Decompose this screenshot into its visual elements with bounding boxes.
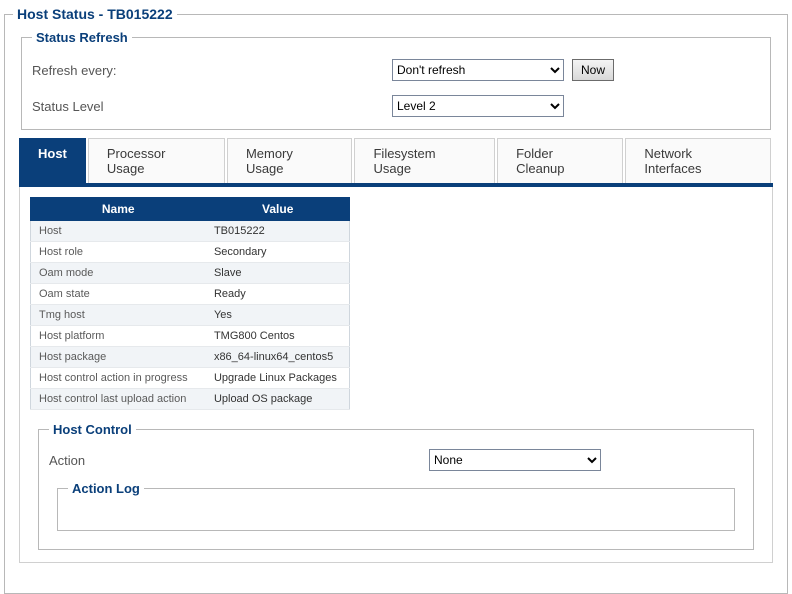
tab-content-host: Name Value HostTB015222 Host roleSeconda… <box>19 187 773 563</box>
refresh-now-button[interactable]: Now <box>572 59 614 81</box>
tab-filesystem-usage[interactable]: Filesystem Usage <box>354 138 495 183</box>
status-refresh-group: Status Refresh Refresh every: Don't refr… <box>21 30 771 130</box>
refresh-row: Refresh every: Don't refresh Now <box>32 59 760 81</box>
action-log-legend: Action Log <box>68 481 144 496</box>
host-control-legend: Host Control <box>49 422 136 437</box>
cell-name: Oam mode <box>31 263 206 284</box>
table-row: Host platformTMG800 Centos <box>31 326 350 347</box>
refresh-label: Refresh every: <box>32 63 392 78</box>
cell-name: Host package <box>31 347 206 368</box>
cell-value: TMG800 Centos <box>206 326 350 347</box>
action-label: Action <box>49 453 429 468</box>
table-row: Host control last upload actionUpload OS… <box>31 389 350 410</box>
table-row: Tmg hostYes <box>31 305 350 326</box>
tab-processor-usage[interactable]: Processor Usage <box>88 138 225 183</box>
cell-name: Host <box>31 221 206 242</box>
cell-name: Oam state <box>31 284 206 305</box>
table-row: Oam stateReady <box>31 284 350 305</box>
cell-value: Secondary <box>206 242 350 263</box>
host-control-action-select[interactable]: None <box>429 449 601 471</box>
tab-bar: Host Processor Usage Memory Usage Filesy… <box>19 138 773 187</box>
cell-value: Ready <box>206 284 350 305</box>
refresh-interval-select[interactable]: Don't refresh <box>392 59 564 81</box>
cell-name: Tmg host <box>31 305 206 326</box>
host-status-panel: Host Status - TB015222 Status Refresh Re… <box>4 6 788 594</box>
cell-value: Upload OS package <box>206 389 350 410</box>
cell-name: Host control action in progress <box>31 368 206 389</box>
tab-network-interfaces[interactable]: Network Interfaces <box>625 138 771 183</box>
host-properties-table: Name Value HostTB015222 Host roleSeconda… <box>30 197 350 410</box>
table-header-row: Name Value <box>31 198 350 221</box>
status-level-row: Status Level Level 2 <box>32 95 760 117</box>
panel-title: Host Status - TB015222 <box>13 6 177 22</box>
status-refresh-legend: Status Refresh <box>32 30 132 45</box>
action-row: Action None <box>49 449 743 471</box>
status-level-label: Status Level <box>32 99 392 114</box>
tab-folder-cleanup[interactable]: Folder Cleanup <box>497 138 623 183</box>
table-row: HostTB015222 <box>31 221 350 242</box>
status-level-select[interactable]: Level 2 <box>392 95 564 117</box>
table-row: Host packagex86_64-linux64_centos5 <box>31 347 350 368</box>
cell-value: x86_64-linux64_centos5 <box>206 347 350 368</box>
cell-value: Upgrade Linux Packages <box>206 368 350 389</box>
table-header-value: Value <box>206 198 350 221</box>
tab-memory-usage[interactable]: Memory Usage <box>227 138 353 183</box>
tab-host[interactable]: Host <box>19 138 86 183</box>
table-header-name: Name <box>31 198 206 221</box>
cell-value: Slave <box>206 263 350 284</box>
table-row: Host control action in progressUpgrade L… <box>31 368 350 389</box>
cell-name: Host control last upload action <box>31 389 206 410</box>
cell-name: Host role <box>31 242 206 263</box>
cell-value: TB015222 <box>206 221 350 242</box>
table-row: Host roleSecondary <box>31 242 350 263</box>
host-control-group: Host Control Action None Action Log <box>38 422 754 550</box>
table-row: Oam modeSlave <box>31 263 350 284</box>
action-log-group: Action Log <box>57 481 735 531</box>
cell-name: Host platform <box>31 326 206 347</box>
cell-value: Yes <box>206 305 350 326</box>
